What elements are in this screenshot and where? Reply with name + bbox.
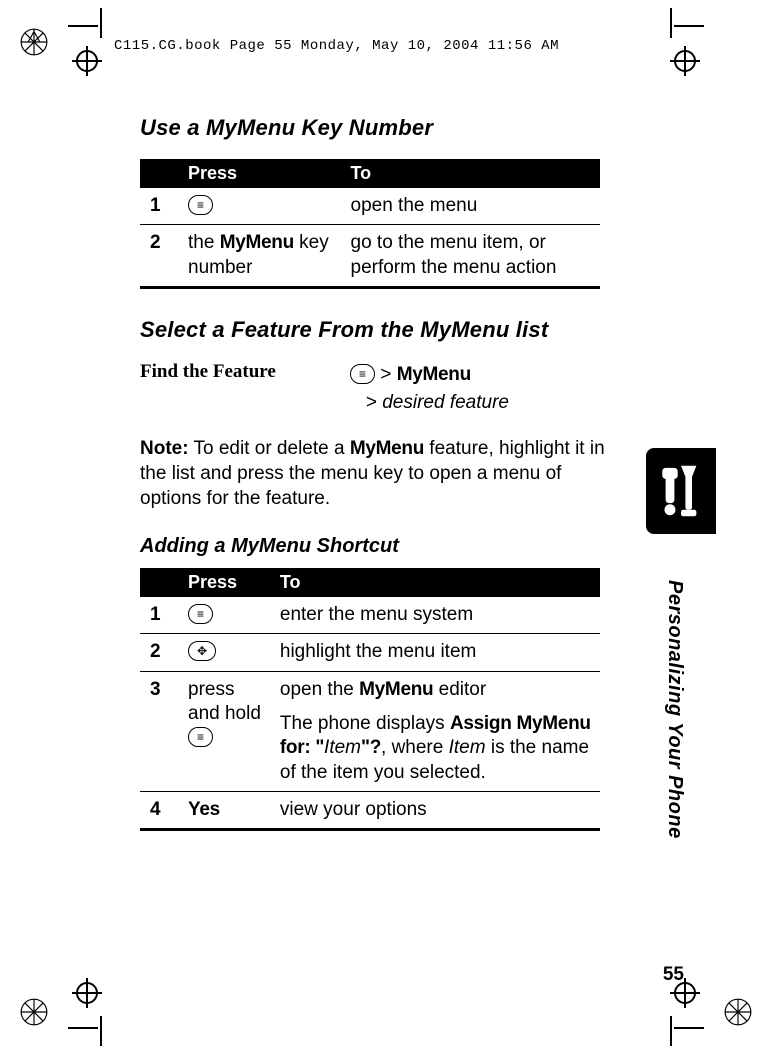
table-head-press: Press [178,159,341,188]
table-head-to: To [270,568,600,597]
starburst-icon [20,998,48,1026]
press-cell: ≡ [178,188,341,225]
menu-key-icon: ≡ [188,604,213,624]
press-cell: press and hold ≡ [178,671,270,791]
table-head-press: Press [178,568,270,597]
starburst-icon [724,998,752,1026]
section-heading-use-number: Use a MyMenu Key Number [140,115,620,141]
starburst-icon [20,28,48,56]
to-cell: view your options [270,792,600,830]
note-paragraph: Note: To edit or delete a MyMenu feature… [140,436,620,511]
to-cell: open the menu [341,188,601,225]
find-the-feature-label: Find the Feature [140,361,350,418]
menu-key-icon: ≡ [188,727,213,747]
step-number: 1 [140,188,178,225]
table-head-to: To [341,159,601,188]
press-cell: ✥ [178,634,270,671]
to-cell: open the MyMenu editor The phone display… [270,671,600,791]
crop-mark [674,25,704,27]
table-head-blank [140,159,178,188]
page-content: Use a MyMenu Key Number Press To 1 ≡ ope… [140,115,620,837]
registration-target-icon [674,50,696,72]
press-cell: Yes [178,792,270,830]
menu-key-icon: ≡ [350,364,375,384]
crop-mark [100,1016,102,1046]
find-the-feature-path: ≡ > MyMenu > desired feature [350,361,509,418]
to-cell: go to the menu item, or perform the menu… [341,225,601,288]
table-adding-shortcut: Press To 1 ≡ enter the menu system 2 ✥ h… [140,568,600,831]
registration-target-icon [76,982,98,1004]
menu-key-icon: ≡ [188,195,213,215]
to-cell: enter the menu system [270,597,600,634]
table-use-mymenu-number: Press To 1 ≡ open the menu 2 the MyMenu … [140,159,600,289]
chapter-vertical-label: Personalizing Your Phone [663,580,686,839]
nav-key-icon: ✥ [188,641,216,661]
table-row: 1 ≡ open the menu [140,188,600,225]
step-number: 4 [140,792,178,830]
step-number: 2 [140,225,178,288]
page-number: 55 [663,964,684,986]
thumb-tab-tools-icon [646,448,716,534]
to-cell: highlight the menu item [270,634,600,671]
table-row: 2 ✥ highlight the menu item [140,634,600,671]
table-row: 2 the MyMenu key number go to the menu i… [140,225,600,288]
step-number: 3 [140,671,178,791]
crop-mark [674,1027,704,1029]
crop-mark [100,8,102,38]
press-cell: the MyMenu key number [178,225,341,288]
press-cell: ≡ [178,597,270,634]
table-row: 4 Yes view your options [140,792,600,830]
section-heading-select-feature: Select a Feature From the MyMenu list [140,317,620,343]
table-row: 3 press and hold ≡ open the MyMenu edito… [140,671,600,791]
find-the-feature-block: Find the Feature ≡ > MyMenu > desired fe… [140,361,620,418]
subsection-heading-adding-shortcut: Adding a MyMenu Shortcut [140,535,620,558]
table-head-blank [140,568,178,597]
registration-target-icon [76,50,98,72]
crop-mark [68,1027,98,1029]
print-header: C115.CG.book Page 55 Monday, May 10, 200… [114,38,559,54]
table-row: 1 ≡ enter the menu system [140,597,600,634]
step-number: 1 [140,597,178,634]
crop-mark [68,25,98,27]
crop-mark [670,8,672,38]
crop-mark [670,1016,672,1046]
step-number: 2 [140,634,178,671]
